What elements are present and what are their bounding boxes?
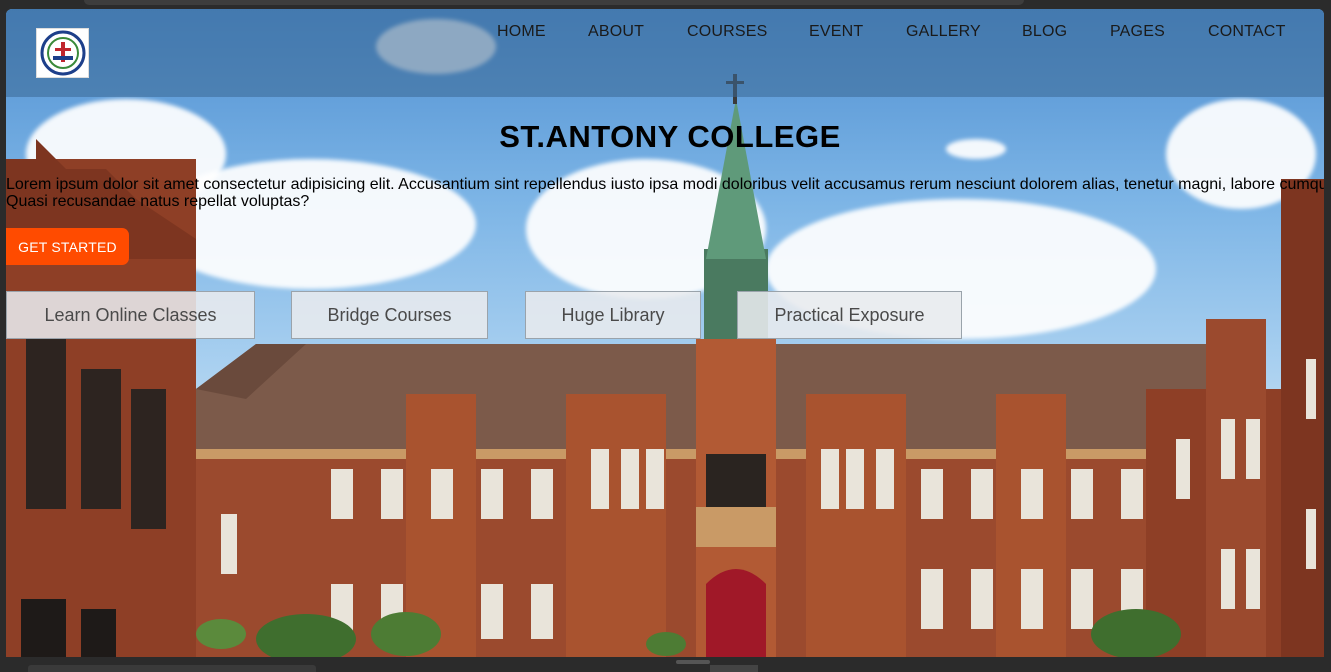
get-started-button[interactable]: GET STARTED xyxy=(6,228,129,265)
taskbar-tab xyxy=(710,665,758,672)
browser-bottom-bar xyxy=(0,657,1331,672)
nav-blog[interactable]: BLOG xyxy=(1022,23,1067,41)
nav-gallery[interactable]: GALLERY xyxy=(906,23,981,41)
feature-online-classes[interactable]: Learn Online Classes xyxy=(6,291,255,339)
feature-huge-library[interactable]: Huge Library xyxy=(525,291,701,339)
nav-contact[interactable]: CONTACT xyxy=(1208,23,1286,41)
hero-description-line: Lorem ipsum dolor sit amet consectetur a… xyxy=(6,176,1324,193)
taskbar-tab xyxy=(28,665,316,672)
main-nav: HOME ABOUT COURSES EVENT GALLERY BLOG PA… xyxy=(6,23,1324,43)
hero-title: ST.ANTONY COLLEGE xyxy=(499,119,841,154)
hero-description-line: Quasi recusandae natus repellat voluptas… xyxy=(6,193,310,210)
site-header: HOME ABOUT COURSES EVENT GALLERY BLOG PA… xyxy=(6,9,1324,97)
hero-description: Lorem ipsum dolor sit amet consectetur a… xyxy=(6,176,1324,210)
browser-address-strip xyxy=(84,0,1024,5)
scroll-indicator xyxy=(676,660,710,664)
nav-event[interactable]: EVENT xyxy=(809,23,863,41)
page-viewport: HOME ABOUT COURSES EVENT GALLERY BLOG PA… xyxy=(6,9,1324,657)
nav-courses[interactable]: COURSES xyxy=(687,23,768,41)
nav-pages[interactable]: PAGES xyxy=(1110,23,1165,41)
nav-about[interactable]: ABOUT xyxy=(588,23,644,41)
nav-home[interactable]: HOME xyxy=(497,23,546,41)
browser-top-bar xyxy=(0,0,1331,9)
feature-bridge-courses[interactable]: Bridge Courses xyxy=(291,291,488,339)
feature-practical-exposure[interactable]: Practical Exposure xyxy=(737,291,962,339)
